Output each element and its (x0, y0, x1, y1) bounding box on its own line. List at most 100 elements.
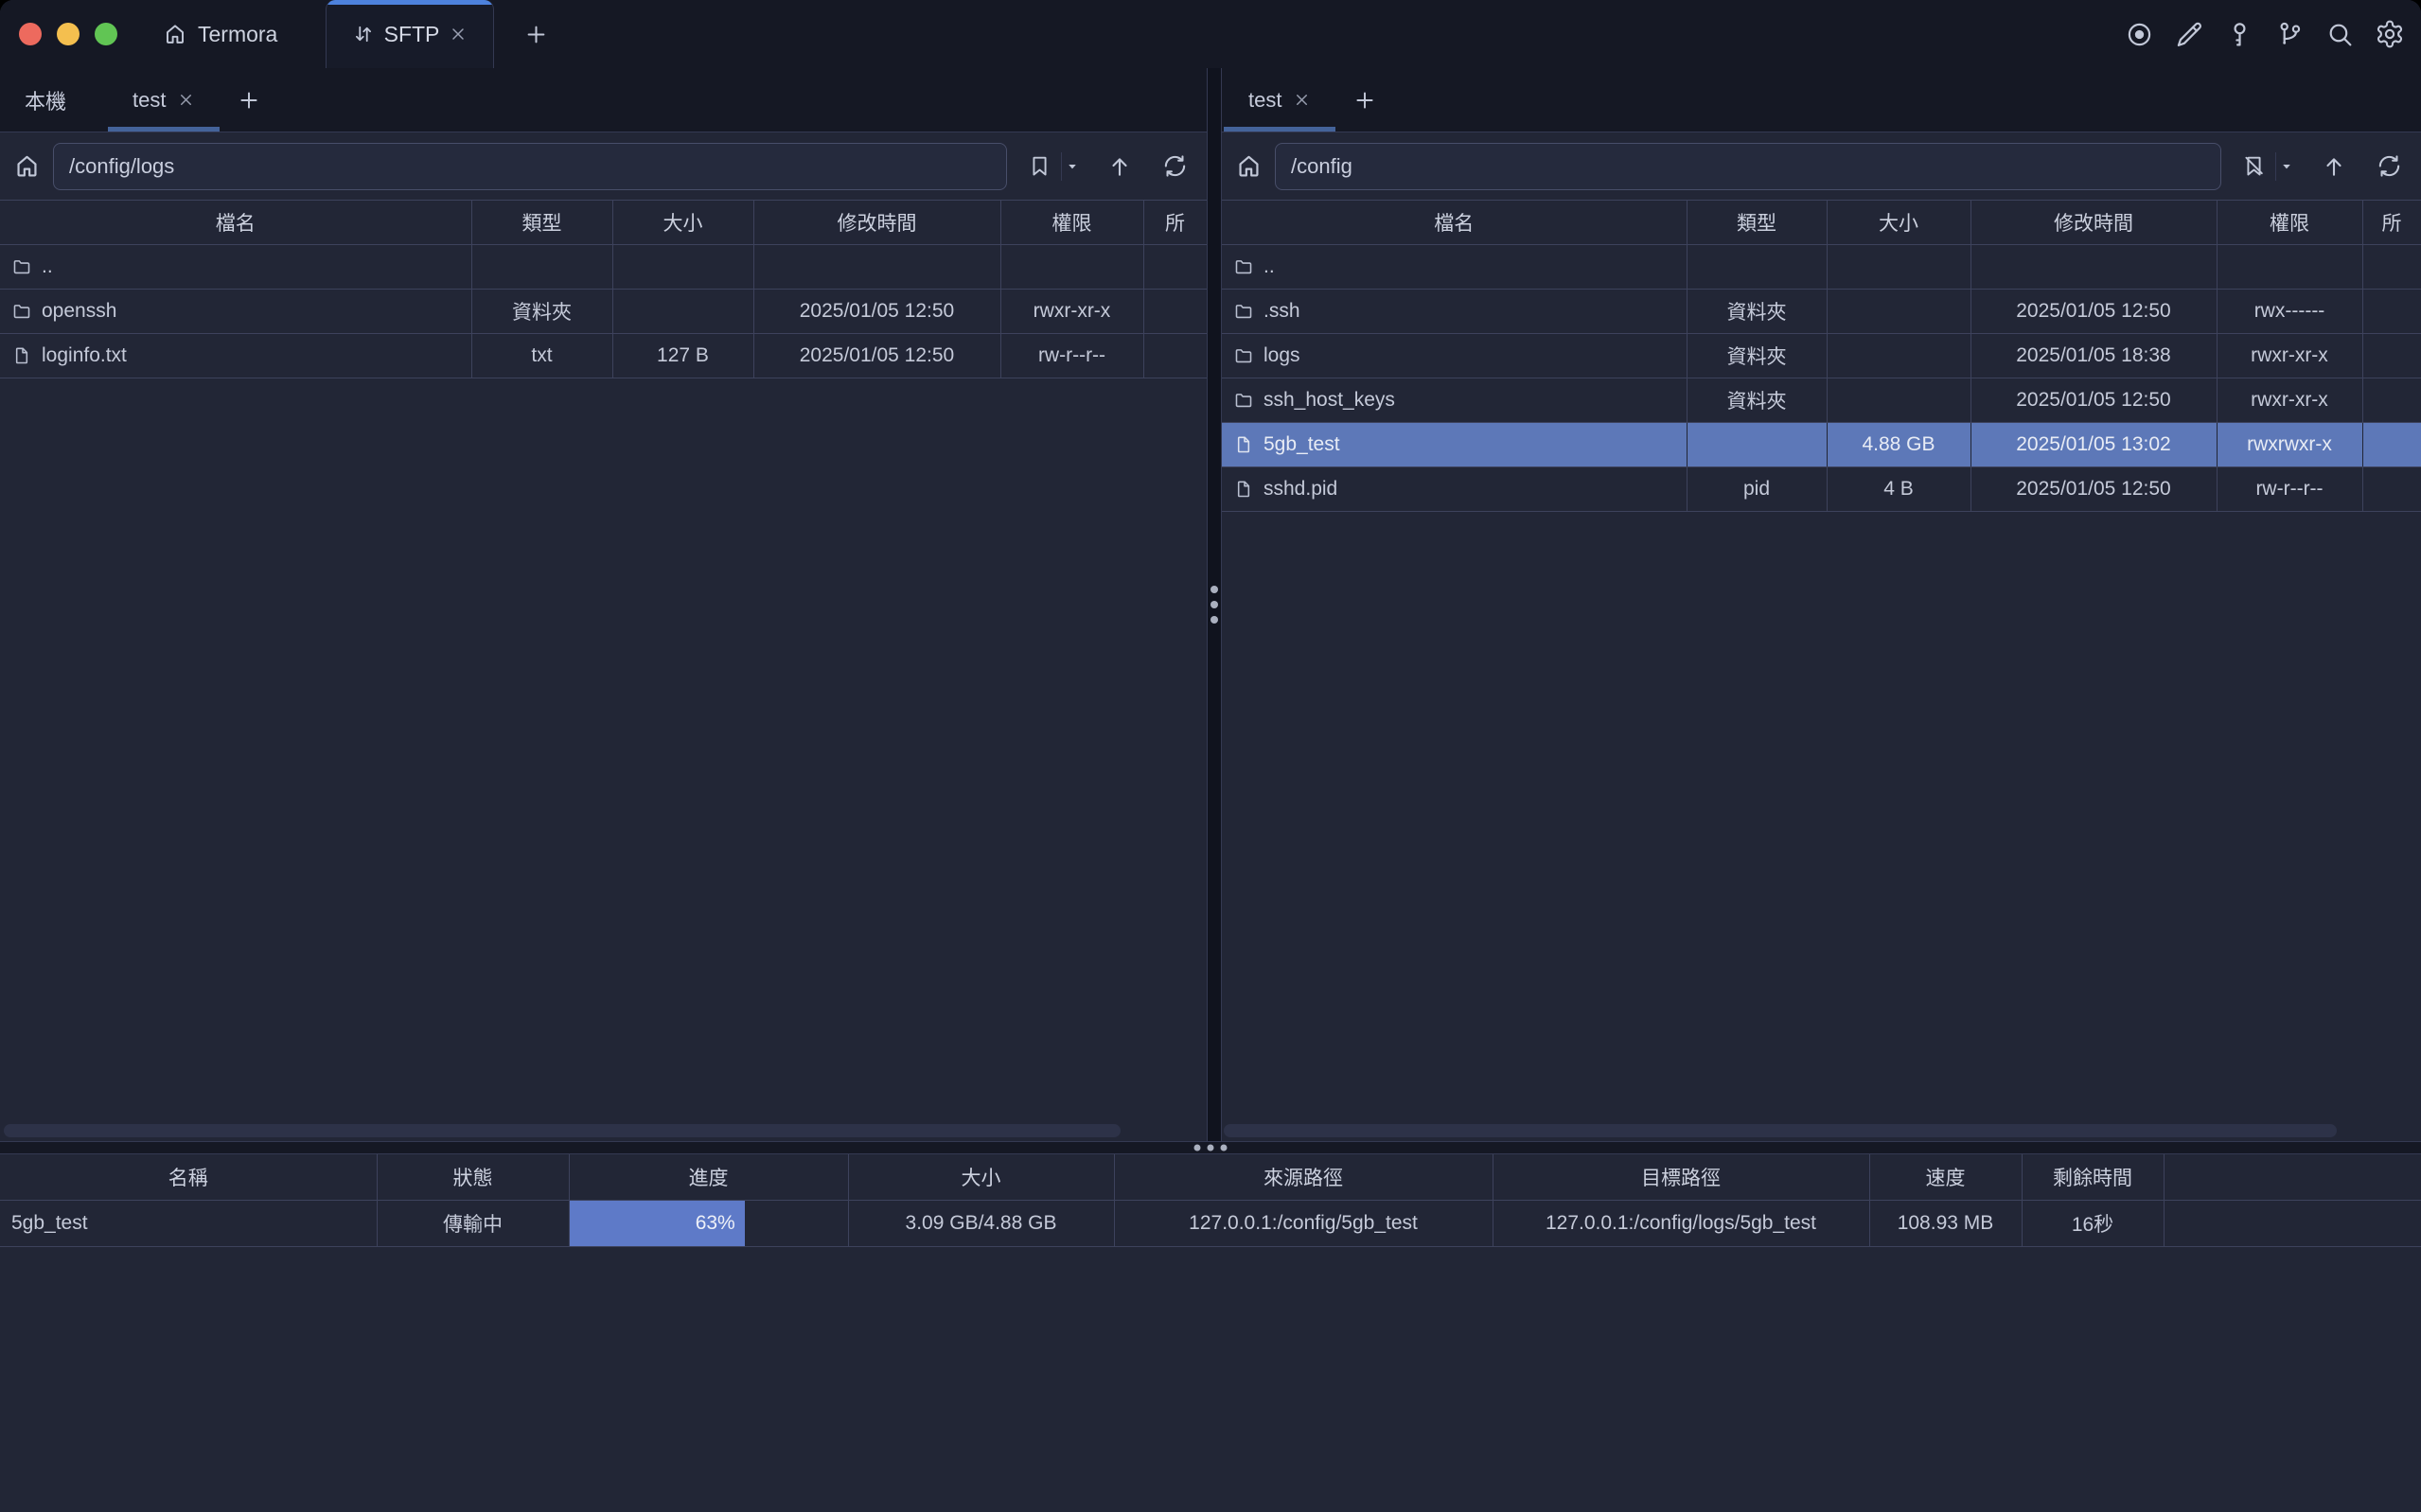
search-button[interactable] (2324, 18, 2356, 50)
file-owner-cell (2362, 334, 2421, 378)
file-row[interactable]: openssh資料夾2025/01/05 12:50rwxr-xr-x (0, 290, 1207, 334)
file-permissions-cell (2217, 245, 2362, 290)
tab-sftp[interactable]: SFTP (326, 0, 494, 68)
keychain-button[interactable] (2273, 18, 2306, 50)
file-name-cell[interactable]: .ssh (1222, 290, 1687, 334)
file-name-cell[interactable]: logs (1222, 334, 1687, 378)
key-icon (2225, 20, 2254, 49)
splitter-grip-icon[interactable] (1194, 1145, 1228, 1152)
bookmark-button[interactable] (1020, 146, 1059, 187)
keys-button[interactable] (2223, 18, 2255, 50)
column-header[interactable]: 權限 (1000, 201, 1143, 245)
file-name-cell[interactable]: ssh_host_keys (1222, 378, 1687, 423)
file-row[interactable]: .ssh資料夾2025/01/05 12:50rwx------ (1222, 290, 2421, 334)
transfers-splitter[interactable] (0, 1141, 2421, 1154)
tab-local[interactable]: 本機 (0, 68, 91, 132)
transfer-row[interactable]: 5gb_test傳輸中63%3.09 GB/4.88 GB127.0.0.1:/… (0, 1200, 2421, 1246)
tab-label: test (133, 88, 166, 113)
file-name-cell[interactable]: openssh (0, 290, 471, 334)
column-header[interactable]: 檔名 (1222, 201, 1687, 245)
column-header[interactable]: 大小 (1827, 201, 1970, 245)
splitter-grip-icon[interactable] (1210, 586, 1218, 624)
column-header[interactable]: 所 (2362, 201, 2421, 245)
settings-icon (2375, 19, 2405, 49)
sftp-tab-label: SFTP (384, 22, 440, 47)
file-name: .. (42, 255, 53, 278)
file-row[interactable]: .. (1222, 245, 2421, 290)
column-header[interactable]: 修改時間 (753, 201, 1000, 245)
column-header[interactable]: 來源路徑 (1114, 1154, 1493, 1200)
column-header[interactable]: 類型 (471, 201, 612, 245)
transfer-source-cell: 127.0.0.1:/config/5gb_test (1114, 1200, 1493, 1246)
chevron-down-icon (2280, 160, 2293, 173)
close-tab-icon[interactable] (1293, 91, 1311, 109)
horizontal-scrollbar-thumb[interactable] (4, 1124, 1121, 1137)
minimize-window-button[interactable] (57, 23, 80, 45)
column-header[interactable]: 進度 (569, 1154, 848, 1200)
file-row[interactable]: loginfo.txttxt127 B2025/01/05 12:50rw-r-… (0, 334, 1207, 378)
file-size-cell (1827, 378, 1970, 423)
tab-termora-home[interactable]: Termora (163, 0, 277, 68)
settings-button[interactable] (2374, 18, 2406, 50)
file-row[interactable]: .. (0, 245, 1207, 290)
file-owner-cell (2362, 467, 2421, 512)
transfer-arrows-icon (352, 23, 375, 45)
file-size-cell (1827, 334, 1970, 378)
column-header[interactable]: 修改時間 (1970, 201, 2217, 245)
file-row[interactable]: sshd.pidpid4 B2025/01/05 12:50rw-r--r-- (1222, 467, 2421, 512)
refresh-button[interactable] (2369, 146, 2410, 187)
bookmark-off-button[interactable] (2235, 146, 2273, 187)
column-header[interactable]: 狀態 (377, 1154, 569, 1200)
left-path-actions (1020, 146, 1195, 187)
home-button[interactable] (1228, 146, 1269, 187)
column-header[interactable]: 大小 (612, 201, 753, 245)
close-tab-icon[interactable] (177, 91, 195, 109)
column-header[interactable]: 檔名 (0, 201, 471, 245)
file-owner-cell (2362, 245, 2421, 290)
bookmark-dropdown-button[interactable] (1064, 146, 1087, 187)
file-name-cell[interactable]: loginfo.txt (0, 334, 471, 378)
folder-icon (1233, 256, 1254, 277)
file-name-cell[interactable]: sshd.pid (1222, 467, 1687, 512)
file-type-cell: pid (1687, 467, 1827, 512)
close-tab-icon[interactable] (449, 25, 468, 44)
file-row[interactable]: ssh_host_keys資料夾2025/01/05 12:50rwxr-xr-… (1222, 378, 2421, 423)
file-row[interactable]: logs資料夾2025/01/05 18:38rwxr-xr-x (1222, 334, 2421, 378)
edit-button[interactable] (2173, 18, 2205, 50)
column-header[interactable]: 權限 (2217, 201, 2362, 245)
zoom-window-button[interactable] (95, 23, 117, 45)
column-header[interactable]: 剩餘時間 (2022, 1154, 2164, 1200)
parent-directory-button[interactable] (2314, 146, 2354, 187)
column-header[interactable]: 大小 (848, 1154, 1114, 1200)
column-header[interactable]: 類型 (1687, 201, 1827, 245)
file-name-cell[interactable]: 5gb_test (1222, 423, 1687, 467)
keychain-icon (2275, 20, 2305, 49)
path-input[interactable] (1275, 143, 2221, 190)
pane-splitter[interactable] (1207, 68, 1222, 1141)
column-header[interactable]: 速度 (1869, 1154, 2022, 1200)
file-row[interactable]: 5gb_test4.88 GB2025/01/05 13:02rwxrwxr-x (1222, 423, 2421, 467)
close-window-button[interactable] (19, 23, 42, 45)
transfer-status-cell: 傳輸中 (377, 1200, 569, 1246)
file-type-cell: 資料夾 (1687, 378, 1827, 423)
file-name-cell[interactable]: .. (1222, 245, 1687, 290)
right-path-actions (2235, 146, 2410, 187)
arrow-up-icon (1106, 153, 1133, 180)
add-connection-button[interactable] (220, 68, 278, 132)
bookmark-dropdown-button[interactable] (2278, 146, 2301, 187)
column-header[interactable]: 目標路徑 (1493, 1154, 1869, 1200)
refresh-button[interactable] (1155, 146, 1195, 187)
tab-test[interactable]: test (1224, 68, 1335, 132)
column-header[interactable]: 所 (1143, 201, 1207, 245)
parent-directory-button[interactable] (1100, 146, 1140, 187)
add-connection-button[interactable] (1335, 68, 1394, 132)
file-name-cell[interactable]: .. (0, 245, 471, 290)
path-input[interactable] (53, 143, 1007, 190)
column-header[interactable]: 名稱 (0, 1154, 377, 1200)
tab-test[interactable]: test (108, 68, 220, 132)
new-tab-button[interactable] (511, 0, 560, 68)
horizontal-scrollbar-thumb[interactable] (1224, 1124, 2337, 1137)
file-permissions-cell: rwxr-xr-x (1000, 290, 1143, 334)
record-button[interactable] (2123, 18, 2155, 50)
home-button[interactable] (6, 146, 47, 187)
